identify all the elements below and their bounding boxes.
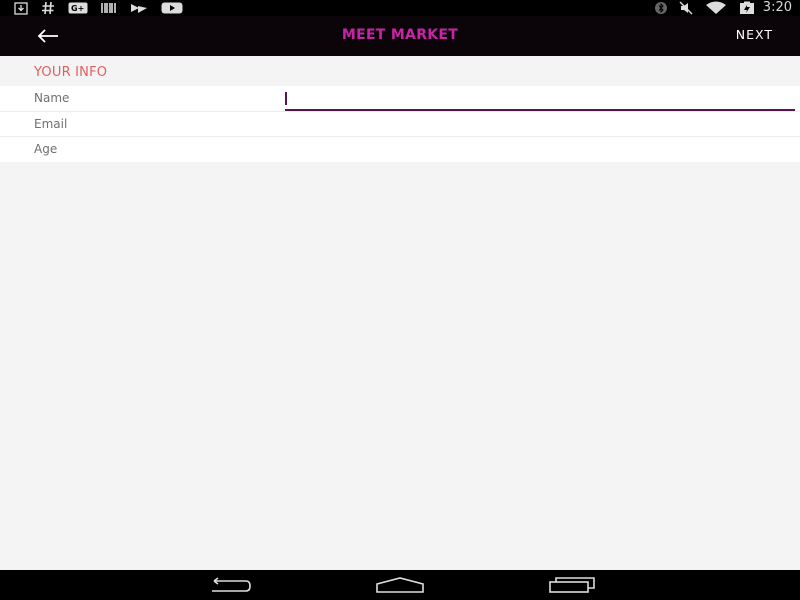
age-input[interactable]	[285, 137, 795, 162]
name-input[interactable]	[285, 86, 795, 111]
fast-forward-icon	[130, 2, 148, 14]
section-header: YOUR INFO	[34, 65, 108, 80]
nav-home-button[interactable]	[370, 573, 430, 597]
recent-apps-icon	[549, 577, 595, 593]
google-plus-icon: G+	[68, 2, 88, 14]
home-icon	[376, 577, 424, 593]
app-title: MEET MARKET	[341, 27, 459, 43]
arrow-left-icon	[37, 29, 58, 43]
barcode-icon	[101, 2, 117, 14]
nav-recents-button[interactable]	[542, 573, 602, 597]
next-button[interactable]: NEXT	[736, 16, 773, 56]
text-cursor	[285, 92, 287, 105]
hashtag-icon	[41, 1, 55, 15]
system-icons: 3:20	[643, 0, 792, 16]
download-icon	[14, 1, 28, 15]
age-label: Age	[34, 142, 58, 156]
name-row: Name	[0, 86, 800, 111]
svg-text:G+: G+	[71, 4, 84, 13]
age-row: Age	[0, 136, 800, 162]
youtube-icon	[161, 2, 183, 14]
form-panel: Name Email Age	[0, 86, 800, 162]
email-row: Email	[0, 111, 800, 137]
name-label: Name	[34, 91, 70, 105]
navigation-bar	[0, 570, 800, 600]
back-button[interactable]	[34, 24, 62, 48]
mute-icon	[679, 1, 693, 15]
wifi-icon	[705, 1, 727, 15]
nav-back-button[interactable]	[199, 573, 259, 597]
email-input[interactable]	[285, 112, 795, 137]
clock: 3:20	[762, 0, 792, 15]
notification-icons: G+	[14, 0, 196, 16]
battery-icon	[739, 1, 755, 15]
app-bar: MEET MARKET NEXT	[0, 16, 800, 56]
email-label: Email	[34, 117, 68, 131]
bluetooth-icon	[654, 1, 667, 15]
back-icon	[212, 577, 251, 592]
status-bar: G+ 3:20	[0, 0, 800, 16]
